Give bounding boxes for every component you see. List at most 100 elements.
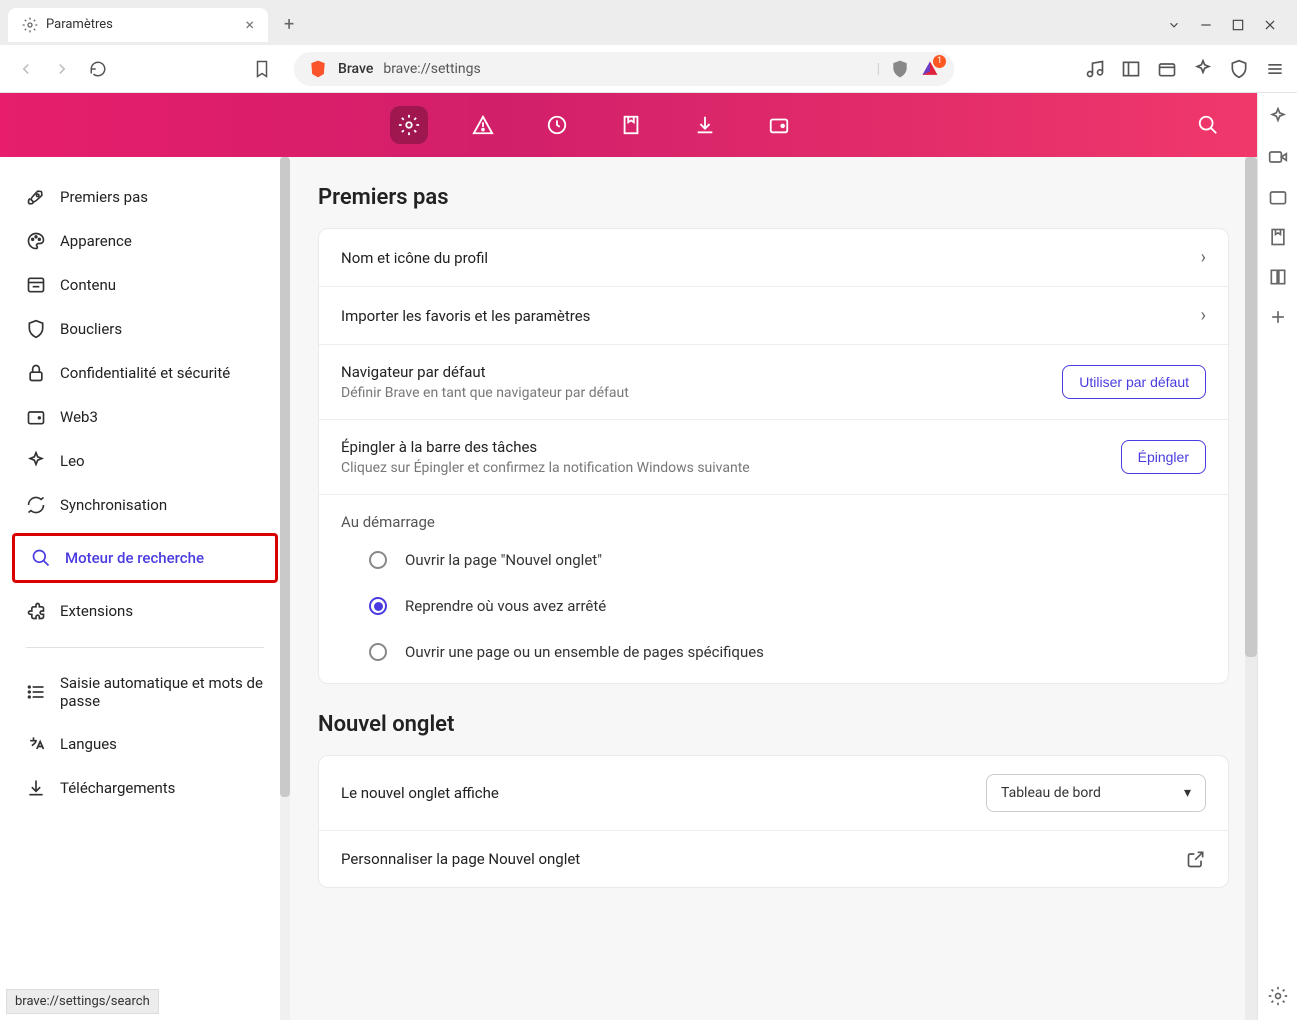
back-button[interactable] [12,55,40,83]
downloads-tab-icon[interactable] [686,106,724,144]
sidebar-item-leo[interactable]: Leo [10,439,280,483]
content-icon [26,275,46,295]
sidebar-label: Leo [60,452,85,470]
sidebar-item-getstarted[interactable]: Premiers pas [10,175,280,219]
getstarted-card: Nom et icône du profil › Importer les fa… [318,228,1229,684]
row-label: Personnaliser la page Nouvel onglet [341,850,580,868]
radio-label: Reprendre où vous avez arrêté [405,597,606,615]
select-value: Tableau de bord [1001,785,1101,801]
add-panel-icon[interactable] [1268,307,1288,327]
startup-label: Au démarrage [319,495,1228,537]
window-controls [1167,18,1289,32]
rewards-icon[interactable]: 1 [920,59,940,79]
sidebar-item-web3[interactable]: Web3 [10,395,280,439]
address-app: Brave [338,61,373,77]
settings-tab-icon[interactable] [390,106,428,144]
menu-icon[interactable] [1265,59,1285,79]
sidebar-item-languages[interactable]: Langues [10,722,280,766]
sidebar-label: Synchronisation [60,496,167,514]
sidebar-label: Extensions [60,602,133,620]
bookmark-icon[interactable] [248,55,276,83]
chevron-right-icon: › [1201,305,1206,326]
radio-icon [369,551,387,569]
sidebar-label: Téléchargements [60,779,175,797]
row-customize-newtab[interactable]: Personnaliser la page Nouvel onglet [319,831,1228,887]
sidebar-label: Boucliers [60,320,122,338]
sidebar-item-search-engine[interactable]: Moteur de recherche [12,533,278,583]
settings-header [0,93,1257,157]
reading-list-icon[interactable] [1268,267,1288,287]
browser-tab[interactable]: Paramètres × [8,8,268,42]
sidebar-item-shields[interactable]: Boucliers [10,307,280,351]
sidebar-toggle-icon[interactable] [1121,59,1141,79]
sidebar-item-extensions[interactable]: Extensions [10,589,280,633]
sidebar-label: Saisie automatique et mots de passe [60,674,264,710]
tab-title: Paramètres [46,17,113,32]
video-panel-icon[interactable] [1268,147,1288,167]
startup-option-newtab[interactable]: Ouvrir la page "Nouvel onglet" [319,537,1228,583]
address-bar[interactable]: Brave brave://settings | 1 [294,52,954,86]
shields-icon[interactable] [890,59,910,79]
rocket-icon [26,187,46,207]
sidebar-item-sync[interactable]: Synchronisation [10,483,280,527]
puzzle-icon [26,601,46,621]
sparkle-panel-icon[interactable] [1268,107,1288,127]
section-title-newtab: Nouvel onglet [318,712,1229,737]
sidebar-label: Web3 [60,408,98,426]
sidebar-label: Confidentialité et sécurité [60,364,230,382]
sidebar-label: Apparence [60,232,132,250]
forward-button[interactable] [48,55,76,83]
sidebar-item-appearance[interactable]: Apparence [10,219,280,263]
music-icon[interactable] [1085,59,1105,79]
bookmarks-tab-icon[interactable] [612,106,650,144]
history-tab-icon[interactable] [538,106,576,144]
reload-button[interactable] [84,55,112,83]
sidebar-item-content[interactable]: Contenu [10,263,280,307]
shields-tab-icon[interactable] [464,106,502,144]
chevron-down-icon[interactable] [1167,18,1181,32]
sidebar-item-privacy[interactable]: Confidentialité et sécurité [10,351,280,395]
shield-outline-icon[interactable] [1229,59,1249,79]
radio-label: Ouvrir une page ou un ensemble de pages … [405,643,764,661]
main-scrollbar[interactable] [1245,157,1257,1020]
section-title-getstarted: Premiers pas [318,185,1229,210]
address-url: brave://settings [383,61,480,77]
new-tab-button[interactable]: + [284,14,294,35]
radio-icon [369,643,387,661]
minimize-icon[interactable] [1199,18,1213,32]
sidebar-item-downloads[interactable]: Téléchargements [10,766,280,810]
gear-icon [22,17,38,33]
wallet-tab-icon[interactable] [760,106,798,144]
row-sublabel: Définir Brave en tant que navigateur par… [341,385,629,401]
sync-icon [26,495,46,515]
wallet-panel-icon[interactable] [1268,187,1288,207]
newtab-select[interactable]: Tableau de bord ▾ [986,774,1206,812]
row-sublabel: Cliquez sur Épingler et confirmez la not… [341,460,750,476]
sidebar-label: Moteur de recherche [65,549,204,567]
use-default-button[interactable]: Utiliser par défaut [1062,365,1206,399]
close-tab-icon[interactable]: × [245,15,254,34]
close-window-icon[interactable] [1263,18,1277,32]
row-pin-taskbar: Épingler à la barre des tâches Cliquez s… [319,420,1228,495]
sidebar-scrollbar[interactable] [280,157,290,1020]
gear-panel-icon[interactable] [1268,986,1288,1006]
search-settings-icon[interactable] [1189,106,1227,144]
newtab-card: Le nouvel onglet affiche Tableau de bord… [318,755,1229,888]
content-area: Premiers pas Apparence Contenu Boucliers… [0,157,1257,1020]
leo-icon[interactable] [1193,59,1213,79]
status-bar: brave://settings/search [6,989,159,1014]
sidebar-item-autofill[interactable]: Saisie automatique et mots de passe [10,662,280,722]
startup-option-specific[interactable]: Ouvrir une page ou un ensemble de pages … [319,629,1228,683]
row-import[interactable]: Importer les favoris et les paramètres › [319,287,1228,345]
row-profile[interactable]: Nom et icône du profil › [319,229,1228,287]
bookmark-panel-icon[interactable] [1268,227,1288,247]
startup-option-continue[interactable]: Reprendre où vous avez arrêté [319,583,1228,629]
radio-label: Ouvrir la page "Nouvel onglet" [405,551,602,569]
pin-button[interactable]: Épingler [1121,440,1206,474]
wallet-icon[interactable] [1157,59,1177,79]
sparkle-icon [26,451,46,471]
browser-toolbar: Brave brave://settings | 1 [0,45,1297,93]
lock-icon [26,363,46,383]
maximize-icon[interactable] [1231,18,1245,32]
row-label: Le nouvel onglet affiche [341,784,499,802]
